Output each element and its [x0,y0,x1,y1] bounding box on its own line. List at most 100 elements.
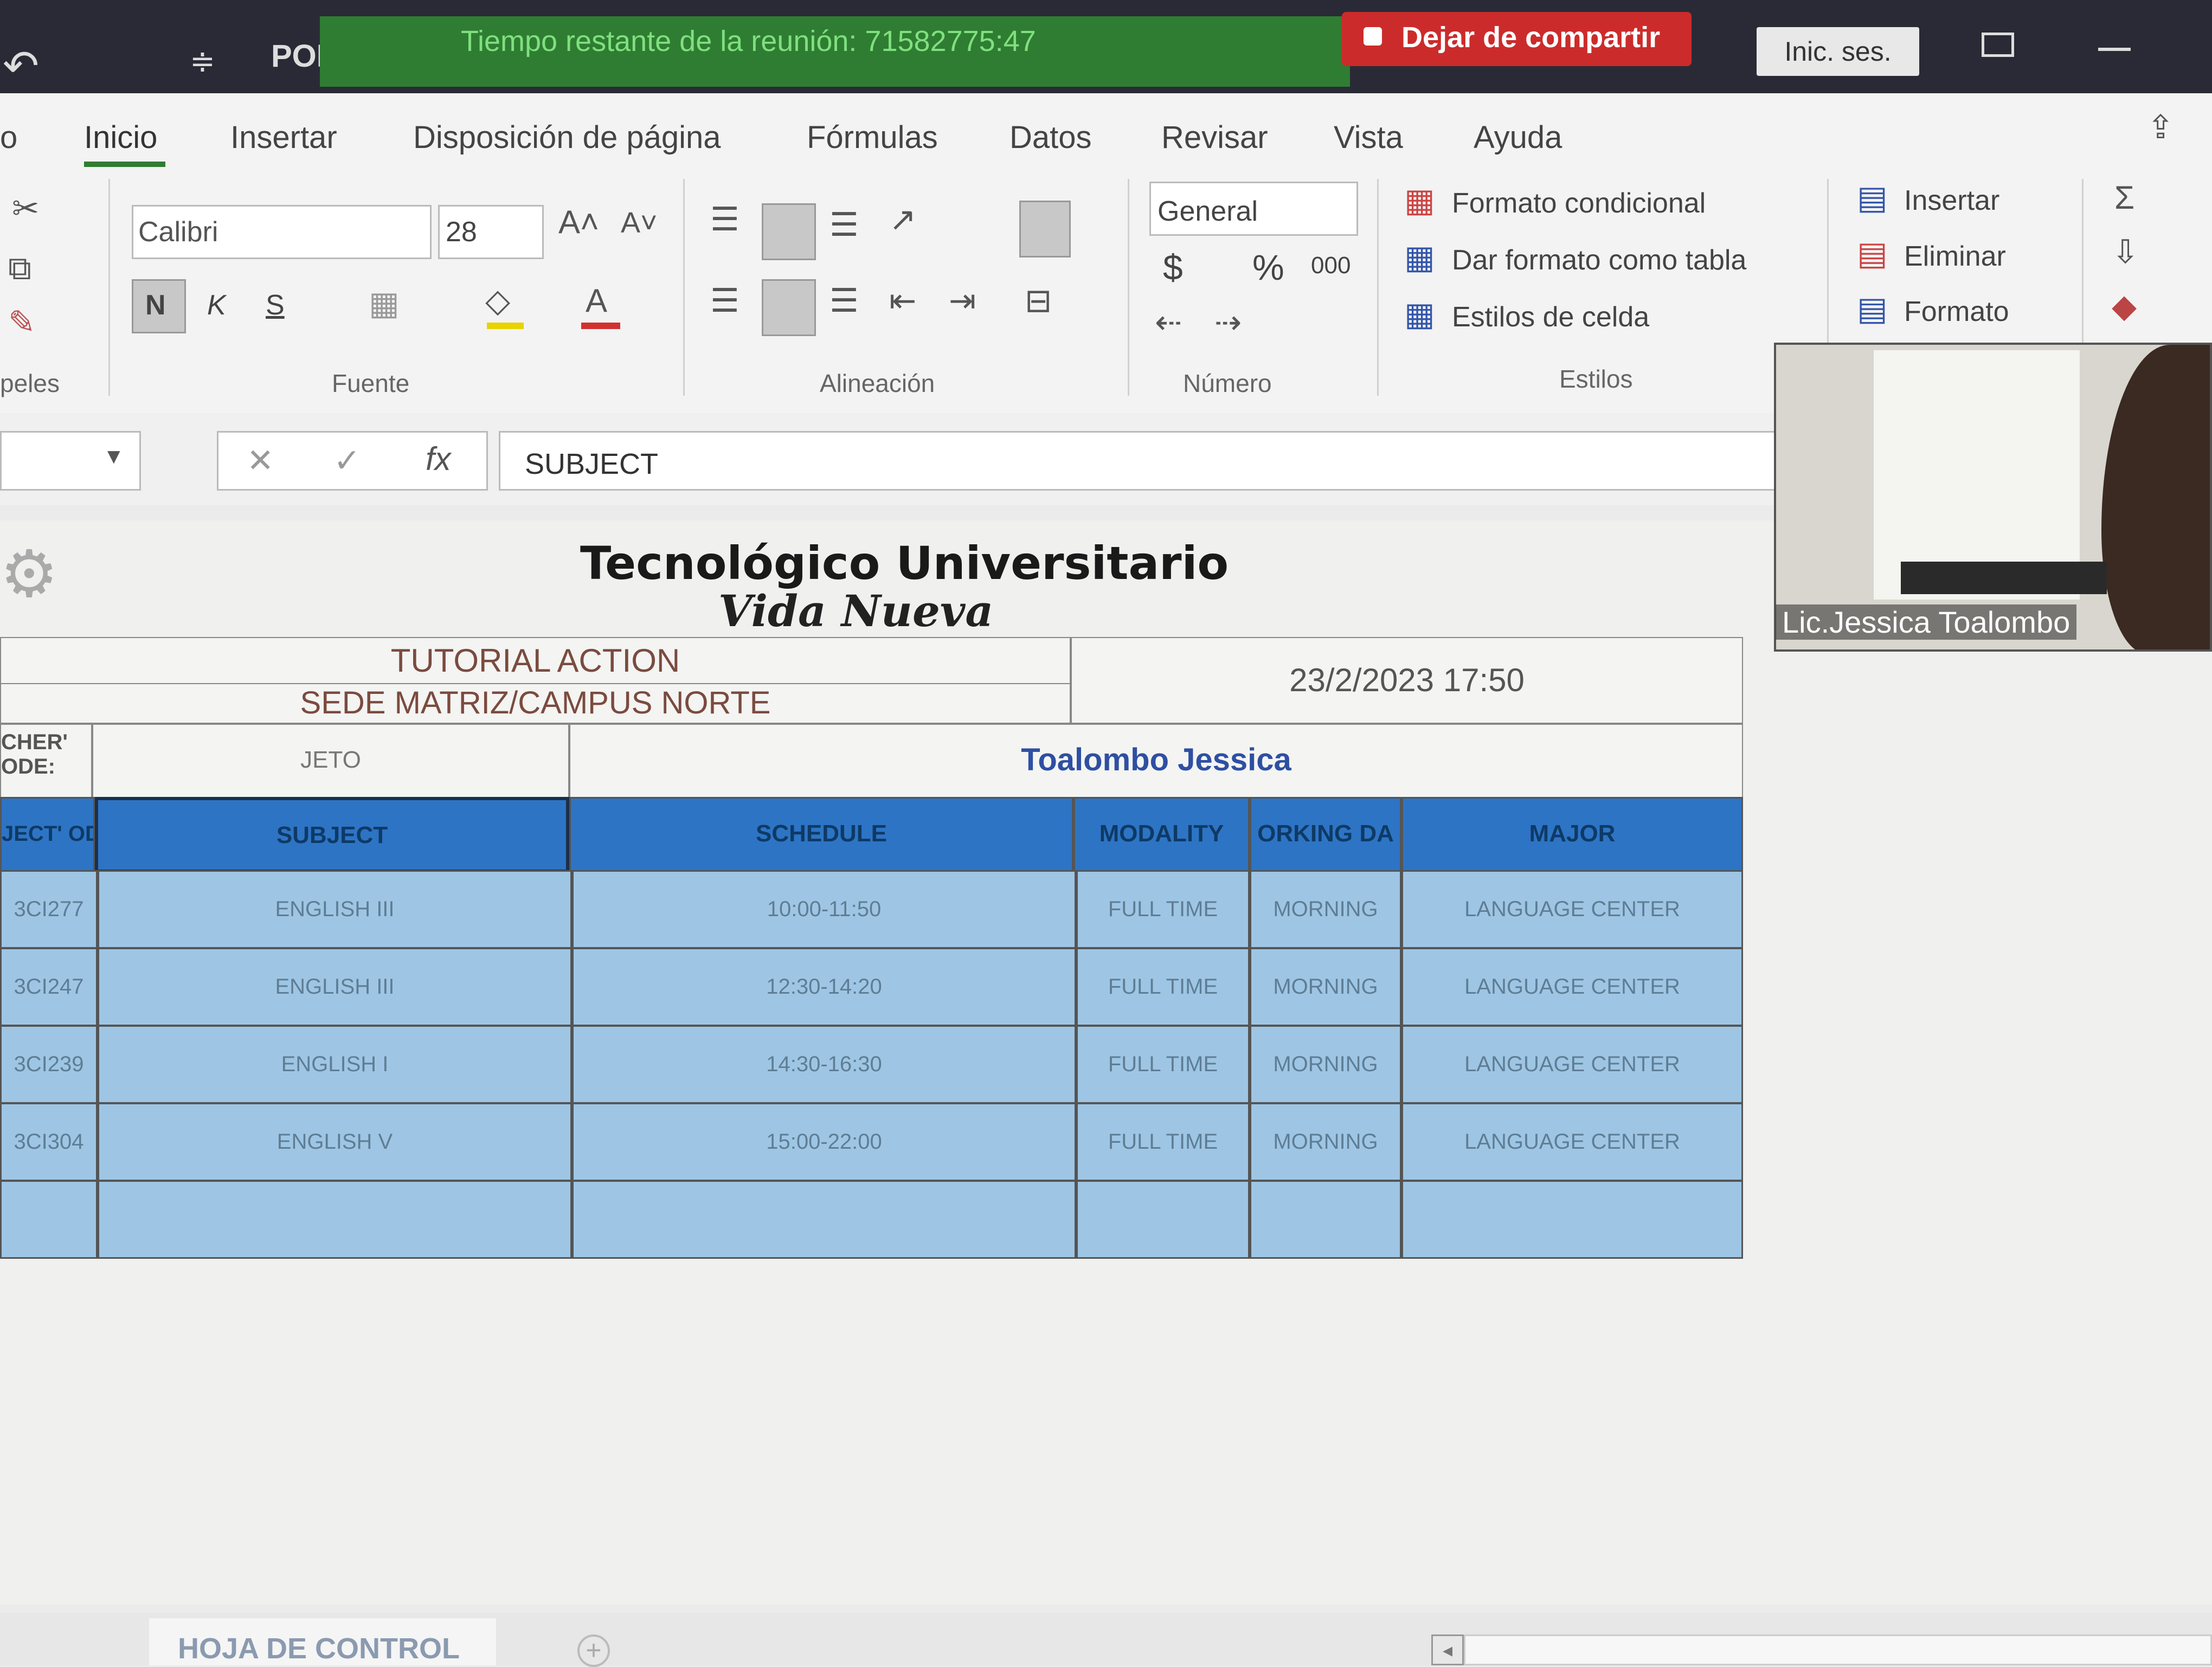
header-working-day[interactable]: ORKING DA [1250,797,1401,873]
tab-page-layout[interactable]: Disposición de página [413,119,721,156]
clear-icon[interactable]: ◆ [2112,287,2137,325]
insert-cells-icon[interactable]: ▤ [1857,179,1888,217]
fill-icon[interactable]: ⇩ [2112,233,2139,271]
table-cell-code[interactable]: 3CI247 [0,948,98,1026]
table-cell-working-day[interactable]: MORNING [1250,1025,1401,1104]
table-cell-major[interactable]: LANGUAGE CENTER [1401,1025,1743,1104]
decrease-decimal-icon[interactable]: ⇢ [1214,304,1242,342]
align-left-icon[interactable]: ☰ [710,282,740,320]
share-icon[interactable]: ⇪ [2147,108,2174,146]
confirm-icon[interactable]: ✓ [333,442,361,480]
table-cell-working-day[interactable]: MORNING [1250,870,1401,949]
table-cell-modality[interactable]: FULL TIME [1076,870,1250,949]
table-cell-schedule[interactable]: 10:00-11:50 [572,870,1076,949]
currency-button[interactable]: $ [1163,247,1183,288]
chevron-down-icon[interactable]: ▼ [103,445,125,469]
cut-icon[interactable]: ✂ [12,190,39,228]
tab-view[interactable]: Vista [1334,119,1403,156]
copy-icon[interactable]: ⧉ [8,249,31,287]
align-top-icon[interactable]: ☰ [710,201,740,239]
percent-button[interactable]: % [1252,247,1284,288]
decrease-indent-icon[interactable]: ⇤ [889,282,916,320]
table-cell-empty[interactable] [1401,1180,1743,1259]
fill-color-icon[interactable]: ◇ [485,282,510,320]
delete-cells-button[interactable]: Eliminar [1904,240,2006,273]
sign-in-button[interactable]: Inic. ses. [1757,27,1919,76]
increase-indent-icon[interactable]: ⇥ [949,282,976,320]
horizontal-scrollbar[interactable] [1464,1634,2212,1665]
header-schedule[interactable]: SCHEDULE [569,797,1073,873]
increase-decimal-icon[interactable]: ⇠ [1155,304,1182,342]
align-bottom-icon[interactable]: ☰ [829,206,859,244]
table-cell-code[interactable]: 3CI239 [0,1025,98,1104]
table-cell-subject[interactable]: ENGLISH III [98,870,572,949]
tab-data[interactable]: Datos [1009,119,1092,156]
table-cell-working-day[interactable]: MORNING [1250,948,1401,1026]
table-cell-modality[interactable]: FULL TIME [1076,1103,1250,1181]
format-painter-icon[interactable]: ✎ [8,304,35,342]
conditional-format-button[interactable]: Formato condicional [1452,187,1706,220]
table-cell-schedule[interactable]: 12:30-14:20 [572,948,1076,1026]
table-cell-major[interactable]: LANGUAGE CENTER [1401,870,1743,949]
header-subject-code[interactable]: JECT' ODE: [0,797,95,873]
teacher-code-label[interactable]: CHER' ODE: [0,724,92,800]
increase-font-icon[interactable]: A˄ [558,203,599,241]
table-cell-subject[interactable]: ENGLISH I [98,1025,572,1104]
orientation-icon[interactable]: ↗ [889,201,916,239]
tab-help[interactable]: Ayuda [1474,119,1562,156]
table-cell-schedule[interactable]: 15:00-22:00 [572,1103,1076,1181]
autosum-icon[interactable]: Σ [2114,179,2134,216]
add-sheet-button[interactable]: + [577,1634,610,1667]
header-subject[interactable]: SUBJECT [95,797,569,873]
tab-formulas[interactable]: Fórmulas [807,119,938,156]
tab-file[interactable]: o [0,119,17,156]
underline-button[interactable]: S [266,289,285,321]
table-cell-empty[interactable] [0,1180,98,1259]
customize-quick-access-icon[interactable]: ≑ [190,43,215,79]
wrap-text-button[interactable] [1019,201,1071,258]
align-center-button[interactable] [762,279,816,336]
subject-label-cell[interactable]: JETO [92,724,569,800]
scroll-left-icon[interactable]: ◂ [1431,1634,1464,1665]
table-cell-modality[interactable]: FULL TIME [1076,948,1250,1026]
table-cell-modality[interactable]: FULL TIME [1076,1025,1250,1104]
undo-icon[interactable]: ↶ [3,41,39,91]
table-cell-working-day[interactable]: MORNING [1250,1103,1401,1181]
borders-icon[interactable]: ▦ [369,285,400,323]
header-major[interactable]: MAJOR [1401,797,1743,873]
font-color-icon[interactable]: A [586,282,607,319]
merge-center-icon[interactable]: ⊟ [1025,282,1052,320]
tab-insert[interactable]: Insertar [230,119,337,156]
table-cell-empty[interactable] [572,1180,1076,1259]
header-modality[interactable]: MODALITY [1073,797,1250,873]
table-cell-major[interactable]: LANGUAGE CENTER [1401,1103,1743,1181]
cancel-icon[interactable]: ✕ [247,442,274,480]
tab-home[interactable]: Inicio [84,119,157,156]
format-table-icon[interactable]: ▦ [1404,239,1435,276]
cell-styles-button[interactable]: Estilos de celda [1452,301,1649,333]
thousands-button[interactable]: 000 [1311,252,1351,279]
minimize-icon[interactable] [2098,48,2131,51]
ribbon-display-icon[interactable] [1982,33,2014,57]
decrease-font-icon[interactable]: A˅ [621,206,658,240]
format-cells-icon[interactable]: ▤ [1857,290,1888,328]
delete-cells-icon[interactable]: ▤ [1857,235,1888,273]
tutorial-action-cell[interactable]: TUTORIAL ACTION [0,637,1071,686]
table-cell-code[interactable]: 3CI277 [0,870,98,949]
format-as-table-button[interactable]: Dar formato como tabla [1452,244,1746,276]
align-right-icon[interactable]: ☰ [829,282,859,320]
cell-styles-icon[interactable]: ▦ [1404,295,1435,333]
table-cell-empty[interactable] [98,1180,572,1259]
table-cell-code[interactable]: 3CI304 [0,1103,98,1181]
table-cell-major[interactable]: LANGUAGE CENTER [1401,948,1743,1026]
tab-review[interactable]: Revisar [1161,119,1268,156]
conditional-format-icon[interactable]: ▦ [1404,182,1435,220]
stop-sharing-label[interactable]: Dejar de compartir [1401,21,1660,54]
campus-cell[interactable]: SEDE MATRIZ/CAMPUS NORTE [0,683,1071,724]
table-cell-subject[interactable]: ENGLISH V [98,1103,572,1181]
table-cell-schedule[interactable]: 14:30-16:30 [572,1025,1076,1104]
format-cells-button[interactable]: Formato [1904,295,2009,328]
table-cell-subject[interactable]: ENGLISH III [98,948,572,1026]
table-cell-empty[interactable] [1076,1180,1250,1259]
datetime-cell[interactable]: 23/2/2023 17:50 [1071,637,1743,724]
